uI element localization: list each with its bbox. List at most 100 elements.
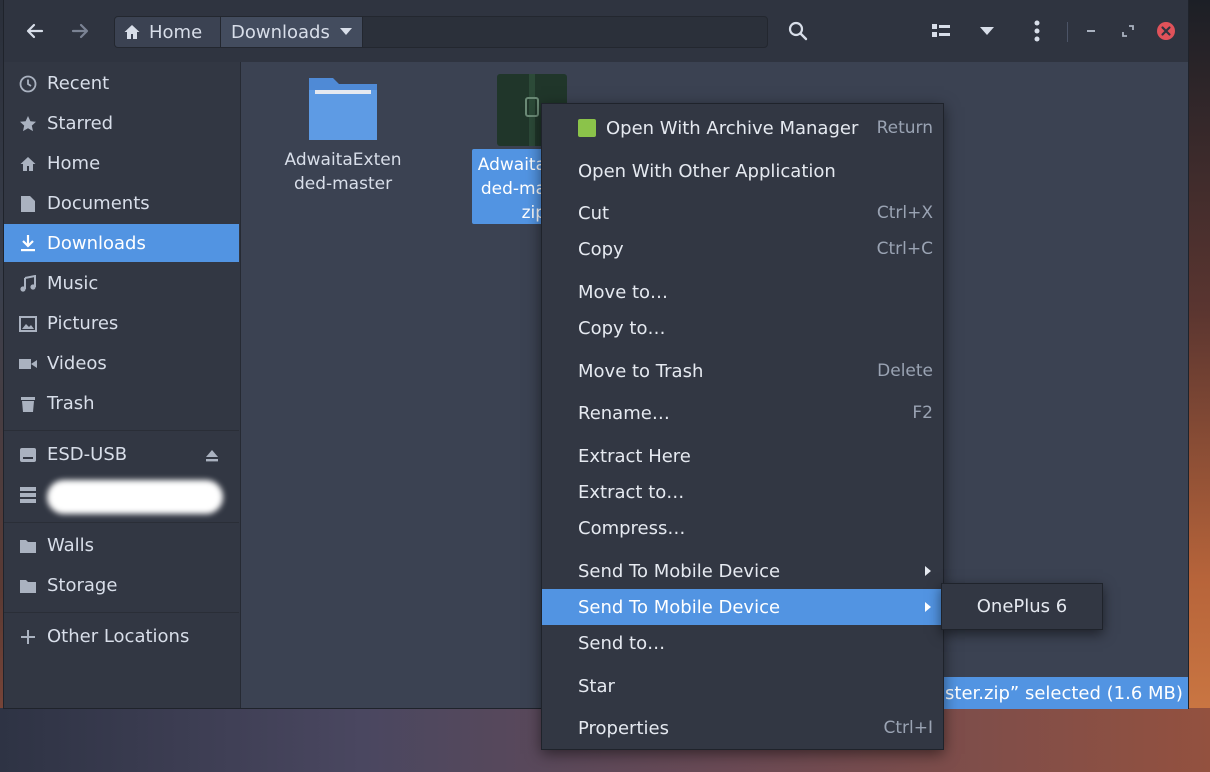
breadcrumb-downloads-label: Downloads bbox=[231, 21, 330, 43]
plus-icon bbox=[18, 627, 38, 647]
search-button[interactable] bbox=[783, 16, 813, 46]
menu-item-accel: Ctrl+X bbox=[876, 203, 933, 223]
menu-item-extract-to[interactable]: Extract to… bbox=[542, 474, 943, 510]
list-view-icon bbox=[932, 24, 950, 37]
menu-item-move-to[interactable]: Move to… bbox=[542, 274, 943, 310]
file-name-line: ded-ma bbox=[480, 179, 546, 199]
sidebar-item-home[interactable]: Home bbox=[4, 145, 239, 182]
sidebar-item-esd-usb[interactable]: ESD-USB bbox=[4, 436, 239, 473]
menu-item-open-archive-manager[interactable]: Open With Archive Manager Return bbox=[542, 110, 943, 146]
download-icon bbox=[18, 233, 38, 253]
sidebar-item-walls[interactable]: Walls bbox=[4, 527, 239, 564]
sidebar-item-label: Music bbox=[47, 273, 99, 294]
menu-item-label: Open With Archive Manager bbox=[606, 117, 859, 139]
sidebar-item-recent[interactable]: Recent bbox=[4, 65, 239, 102]
menu-item-extract-here[interactable]: Extract Here bbox=[542, 438, 943, 474]
menu-item-label: Extract to… bbox=[578, 481, 685, 503]
menu-item-label: Send To Mobile Device bbox=[578, 560, 781, 582]
menu-item-label: Extract Here bbox=[578, 445, 691, 467]
menu-item-cut[interactable]: Cut Ctrl+X bbox=[542, 195, 943, 231]
status-overlay: ster.zip” selected (1.6 MB) bbox=[940, 677, 1188, 709]
submenu-device-oneplus[interactable]: OnePlus 6 bbox=[941, 583, 1103, 630]
home-icon bbox=[18, 154, 38, 174]
menu-item-accel: Ctrl+C bbox=[876, 239, 933, 259]
menu-button[interactable] bbox=[1022, 16, 1052, 46]
menu-item-send-to-mobile-1[interactable]: Send To Mobile Device bbox=[542, 553, 943, 589]
desktop-wallpaper bbox=[1188, 0, 1210, 772]
arrow-left-icon bbox=[26, 23, 44, 39]
view-options-button[interactable] bbox=[972, 16, 1002, 46]
menu-item-accel: F2 bbox=[912, 403, 933, 423]
sidebar-item-label: Other Locations bbox=[47, 626, 190, 647]
minimize-icon bbox=[1087, 30, 1095, 32]
sidebar-separator bbox=[4, 522, 239, 523]
view-toggle-button[interactable] bbox=[926, 16, 956, 46]
menu-item-rename[interactable]: Rename… F2 bbox=[542, 395, 943, 431]
submenu-arrow-icon bbox=[925, 602, 931, 612]
menu-item-compress[interactable]: Compress… bbox=[542, 510, 943, 546]
selected-file-name: Adwaita ded-ma zip bbox=[472, 153, 546, 225]
menu-item-move-to-trash[interactable]: Move to Trash Delete bbox=[542, 353, 943, 389]
music-icon bbox=[18, 274, 38, 294]
sidebar-item-videos[interactable]: Videos bbox=[4, 345, 239, 382]
menu-item-star[interactable]: Star bbox=[542, 668, 943, 704]
menu-item-properties[interactable]: Properties Ctrl+I bbox=[542, 710, 943, 746]
eject-icon[interactable] bbox=[204, 447, 220, 468]
sidebar-item-label: Home bbox=[47, 153, 101, 174]
sidebar-item-label: Storage bbox=[47, 575, 118, 596]
sidebar-separator bbox=[4, 612, 239, 613]
headerbar: Home Downloads bbox=[4, 0, 1188, 63]
selected-file-label[interactable]: Adwaita ded-ma zip bbox=[472, 149, 546, 224]
path-bar: Home Downloads bbox=[114, 16, 768, 48]
sidebar-item-label: ESD-USB bbox=[47, 444, 128, 465]
archive-thumbnail[interactable] bbox=[495, 74, 567, 146]
menu-item-label: Move to Trash bbox=[578, 360, 704, 382]
sidebar-item-storage[interactable]: Storage bbox=[4, 567, 239, 604]
sidebar-item-other-locations[interactable]: Other Locations bbox=[4, 618, 239, 655]
forward-button[interactable] bbox=[65, 16, 95, 46]
menu-item-send-to[interactable]: Send to… bbox=[542, 625, 943, 661]
sidebar-item-music[interactable]: Music bbox=[4, 265, 239, 302]
sidebar-item-pictures[interactable]: Pictures bbox=[4, 305, 239, 342]
menu-item-open-other-app[interactable]: Open With Other Application bbox=[542, 153, 943, 189]
close-button[interactable] bbox=[1154, 16, 1178, 46]
arrow-right-icon bbox=[71, 23, 89, 39]
folder-icon bbox=[18, 576, 38, 596]
breadcrumb-home-label: Home bbox=[149, 21, 203, 43]
document-icon bbox=[18, 194, 38, 214]
folder-icon bbox=[309, 78, 377, 140]
chevron-down-icon bbox=[980, 26, 994, 35]
menu-item-label: Properties bbox=[578, 717, 669, 739]
sidebar-item-label: Recent bbox=[47, 73, 110, 94]
back-button[interactable] bbox=[20, 16, 50, 46]
star-icon bbox=[18, 114, 38, 134]
kebab-menu-icon bbox=[1034, 20, 1040, 42]
menu-item-copy-to[interactable]: Copy to… bbox=[542, 310, 943, 346]
minimize-button[interactable] bbox=[1077, 16, 1105, 46]
maximize-button[interactable] bbox=[1114, 16, 1142, 46]
clock-icon bbox=[18, 74, 38, 94]
sidebar-item-label: Downloads bbox=[47, 232, 146, 254]
sidebar-item-trash[interactable]: Trash bbox=[4, 385, 239, 422]
close-icon bbox=[1157, 22, 1175, 40]
file-name-line: Adwaita bbox=[477, 155, 546, 175]
sidebar: Recent Starred Home Documents Downloads … bbox=[4, 62, 241, 708]
server-icon bbox=[18, 485, 38, 505]
sidebar-item-documents[interactable]: Documents bbox=[4, 185, 239, 222]
file-name-line: ded-master bbox=[293, 174, 393, 194]
status-text: ster.zip” selected (1.6 MB) bbox=[945, 682, 1183, 704]
context-menu: Open With Archive Manager Return Open Wi… bbox=[541, 103, 944, 750]
menu-item-label: Send to… bbox=[578, 632, 666, 654]
menu-item-label: Copy to… bbox=[578, 317, 666, 339]
menu-item-label: Cut bbox=[578, 202, 610, 224]
breadcrumb-home[interactable]: Home bbox=[115, 17, 221, 47]
menu-item-copy[interactable]: Copy Ctrl+C bbox=[542, 231, 943, 267]
sidebar-item-label: Videos bbox=[47, 353, 107, 374]
file-item[interactable]: AdwaitaExten ded-master bbox=[273, 76, 413, 196]
breadcrumb-downloads[interactable]: Downloads bbox=[221, 17, 363, 47]
menu-item-send-to-mobile-2[interactable]: Send To Mobile Device bbox=[542, 589, 943, 625]
drive-icon bbox=[18, 445, 38, 465]
sidebar-item-starred[interactable]: Starred bbox=[4, 105, 239, 142]
search-icon bbox=[788, 21, 808, 41]
sidebar-item-downloads[interactable]: Downloads bbox=[4, 224, 239, 262]
